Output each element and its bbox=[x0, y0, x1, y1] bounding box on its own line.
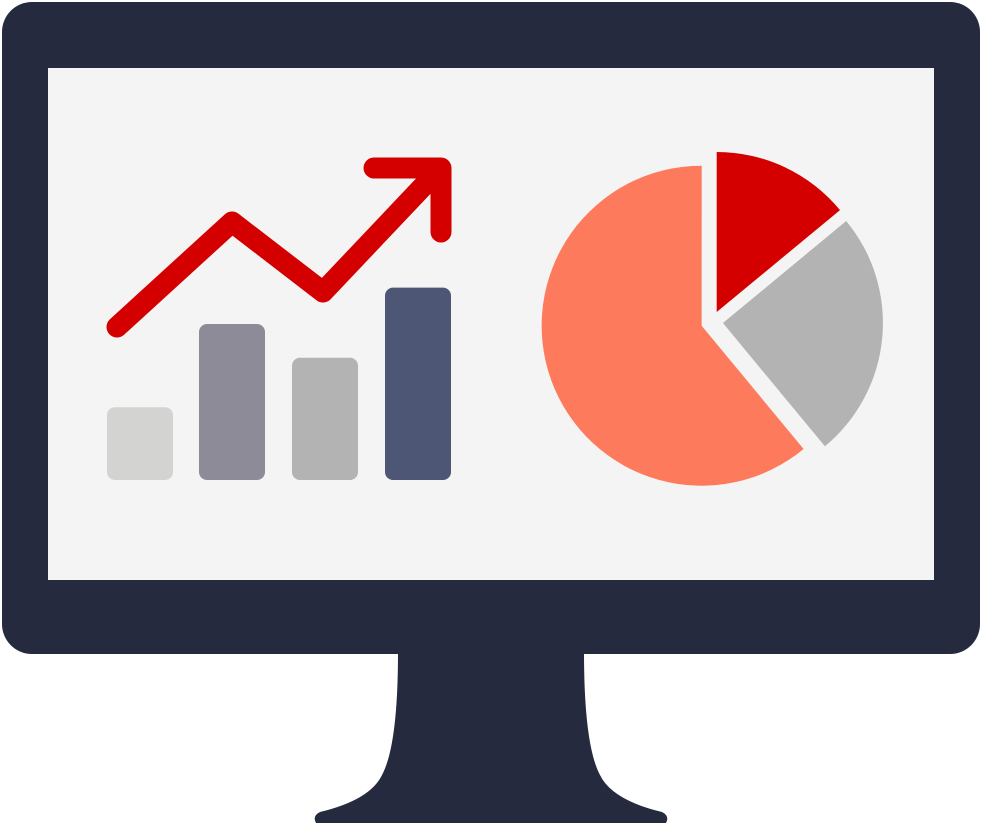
bar-4 bbox=[385, 287, 451, 480]
bar-1 bbox=[107, 407, 173, 480]
bar-2 bbox=[199, 324, 265, 480]
monitor-analytics-illustration bbox=[2, 2, 980, 823]
bar-3 bbox=[292, 357, 358, 480]
monitor-stand bbox=[314, 652, 668, 823]
